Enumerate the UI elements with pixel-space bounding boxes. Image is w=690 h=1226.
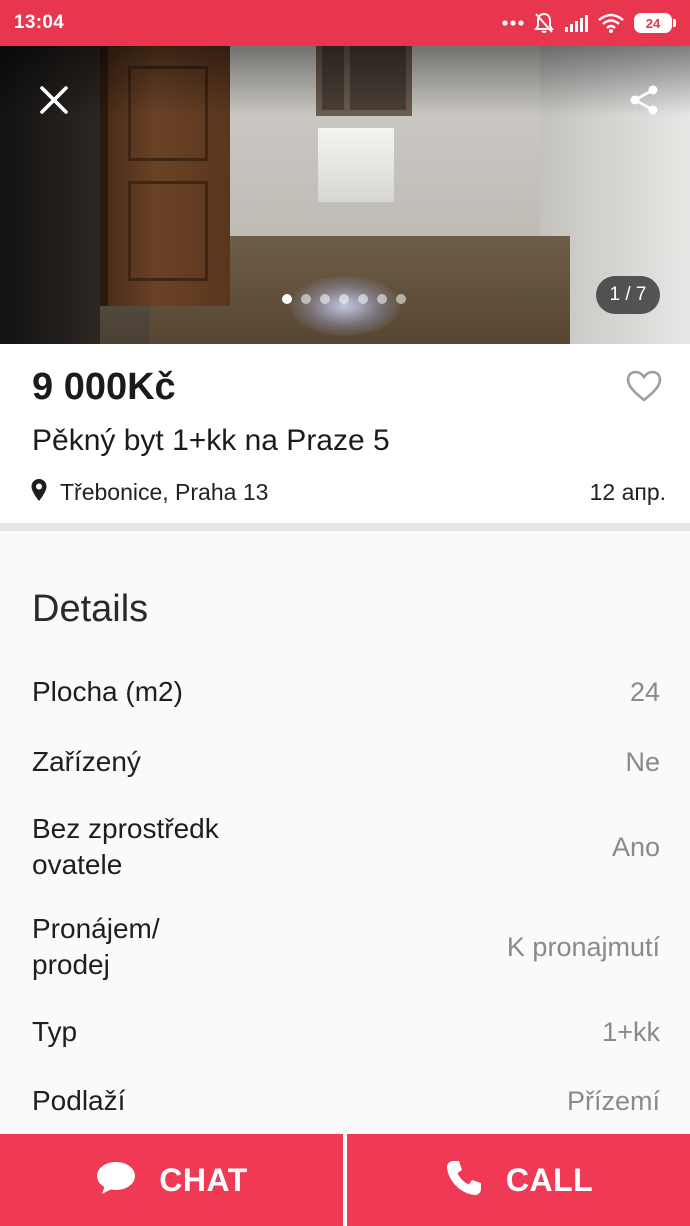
listing-date: 12 апр. <box>589 479 666 505</box>
heart-outline-icon <box>626 370 662 407</box>
chat-bubble-icon <box>95 1160 137 1201</box>
chat-button-label: CHAT <box>159 1161 248 1198</box>
call-button-label: CALL <box>505 1161 594 1198</box>
status-bar: 13:04 24 <box>0 0 690 46</box>
detail-value: Ne <box>625 746 660 777</box>
detail-label: Zařízený <box>32 746 141 777</box>
listing-price: 9 000Kč <box>32 366 176 408</box>
gallery-dot-3[interactable] <box>320 294 330 304</box>
phone-icon <box>444 1158 484 1203</box>
details-heading: Details <box>32 588 149 630</box>
detail-row: Typ 1+kk <box>32 1010 660 1054</box>
gallery-dot-2[interactable] <box>301 294 311 304</box>
photo-top-shade <box>0 46 690 116</box>
call-button[interactable]: CALL <box>347 1134 690 1226</box>
share-button[interactable] <box>618 76 670 128</box>
photo-door-panel-lower <box>128 181 208 281</box>
gallery-dot-5[interactable] <box>358 294 368 304</box>
gallery-dot-4[interactable] <box>339 294 349 304</box>
detail-label: Typ <box>32 1016 78 1047</box>
listing-location: Třebonice, Praha 13 <box>60 479 269 505</box>
photo-radiator <box>318 128 394 202</box>
close-button[interactable] <box>28 76 80 128</box>
detail-value: Ano <box>611 831 660 862</box>
location-row: Třebonice, Praha 13 12 апр. <box>30 478 666 507</box>
detail-row: Podlaží Přízemí <box>32 1079 660 1123</box>
photo-light-spot <box>290 276 400 336</box>
battery-cap <box>673 19 676 27</box>
detail-value: 24 <box>629 676 660 707</box>
detail-label: Plocha (m2) <box>32 676 183 707</box>
gallery-counter: 1 / 7 <box>596 276 660 314</box>
detail-row: Bez zprostředk ovatele Ano <box>32 810 660 884</box>
gallery-pagination-dots <box>282 294 406 304</box>
detail-value: K pronajmutí <box>506 931 660 962</box>
gallery-dot-7[interactable] <box>396 294 406 304</box>
status-time: 13:04 <box>14 12 65 33</box>
battery-body: 24 <box>634 13 672 33</box>
detail-row: Zařízený Ne <box>32 740 660 784</box>
favorite-button[interactable] <box>624 368 664 408</box>
signal-icon <box>564 14 588 32</box>
detail-value: Přízemí <box>566 1085 660 1116</box>
detail-row: Plocha (m2) 24 <box>32 670 660 714</box>
status-icons: 24 <box>502 12 676 34</box>
location-pin-icon <box>30 478 48 507</box>
listing-title: Pěkný byt 1+kk na Praze 5 <box>32 424 390 457</box>
detail-label: Bez zprostředk ovatele <box>32 813 219 880</box>
gallery-dot-6[interactable] <box>377 294 387 304</box>
mute-bell-icon <box>534 12 554 34</box>
detail-row: Pronájem/ prodej K pronajmutí <box>32 910 660 984</box>
close-icon <box>39 85 69 120</box>
section-divider <box>0 523 690 531</box>
chat-button[interactable]: CHAT <box>0 1134 343 1226</box>
battery-level: 24 <box>645 15 661 31</box>
share-icon <box>628 84 660 121</box>
detail-label: Pronájem/ prodej <box>32 913 160 980</box>
wifi-icon <box>598 13 624 33</box>
detail-label: Podlaží <box>32 1085 126 1116</box>
battery-icon: 24 <box>634 13 676 33</box>
more-dots-icon <box>502 20 524 26</box>
gallery-dot-1[interactable] <box>282 294 292 304</box>
detail-value: 1+kk <box>602 1016 660 1047</box>
action-bar: CHAT CALL <box>0 1134 690 1226</box>
